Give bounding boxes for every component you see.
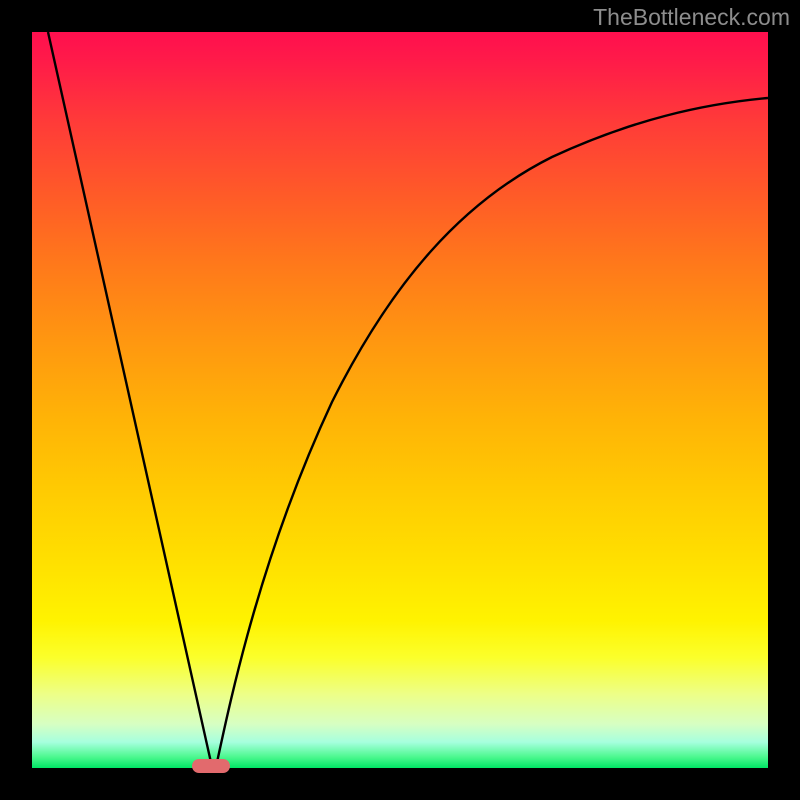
bottleneck-marker [192, 759, 230, 773]
chart-frame: TheBottleneck.com [0, 0, 800, 800]
plot-area [32, 32, 768, 768]
watermark-text: TheBottleneck.com [593, 4, 790, 31]
